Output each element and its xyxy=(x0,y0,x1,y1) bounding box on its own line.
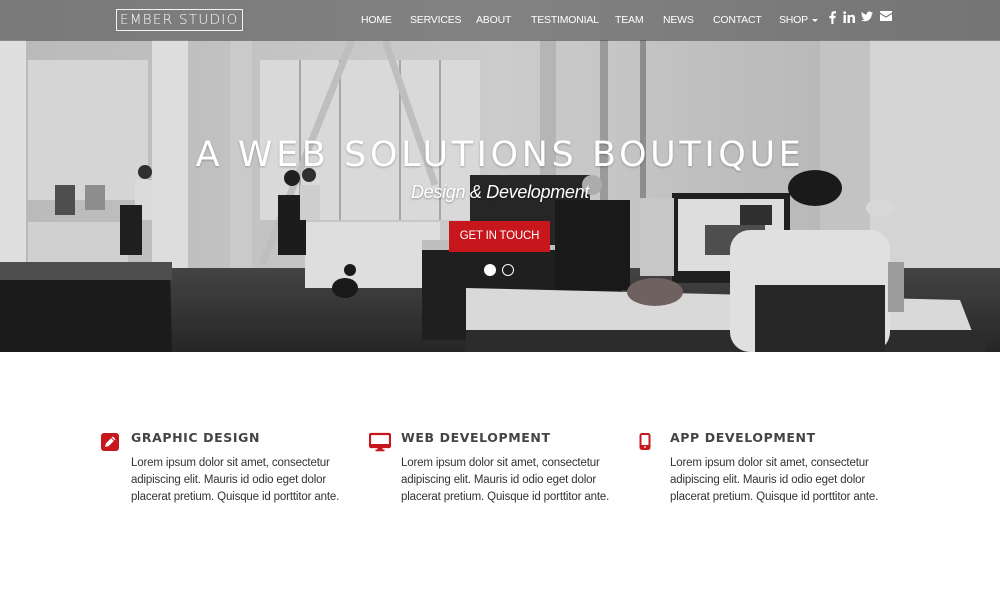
feature-title: WEB DEVELOPMENT xyxy=(401,430,551,445)
get-in-touch-button[interactable]: GET IN TOUCH xyxy=(449,221,550,252)
twitter-icon[interactable] xyxy=(861,11,873,27)
mobile-phone-icon xyxy=(639,432,659,452)
carousel-indicator-2[interactable] xyxy=(502,264,514,276)
carousel-indicator-1[interactable] xyxy=(484,264,496,276)
envelope-icon[interactable] xyxy=(880,11,892,27)
nav-item-shop[interactable]: SHOP xyxy=(779,13,818,27)
feature-description: Lorem ipsum dolor sit amet, consectetur … xyxy=(131,457,340,503)
hero-title: A WEB SOLUTIONS BOUTIQUE xyxy=(195,135,805,175)
nav-item-home[interactable]: HOME xyxy=(361,13,392,27)
nav-item-shop-label: SHOP xyxy=(779,14,808,26)
feature-description: Lorem ipsum dolor sit amet, consectetur … xyxy=(401,457,610,503)
desktop-icon xyxy=(368,432,392,452)
feature-description: Lorem ipsum dolor sit amet, consectetur … xyxy=(670,457,879,503)
pencil-icon xyxy=(100,432,120,452)
nav-item-team[interactable]: TEAM xyxy=(615,13,644,27)
nav-item-news[interactable]: NEWS xyxy=(663,13,694,27)
hero-carousel: A WEB SOLUTIONS BOUTIQUE Design & Develo… xyxy=(0,0,1000,352)
nav-item-about[interactable]: ABOUT xyxy=(476,13,511,27)
nav-item-testimonial[interactable]: TESTIMONIAL xyxy=(531,13,599,27)
linkedin-icon[interactable] xyxy=(843,11,855,27)
feature-title: GRAPHIC DESIGN xyxy=(131,430,261,445)
nav-item-contact[interactable]: CONTACT xyxy=(713,13,762,27)
facebook-icon[interactable] xyxy=(829,11,836,27)
hero-subtitle: Design & Development xyxy=(410,182,590,202)
navbar: EMBER STUDIO HOME SERVICES ABOUT TESTIMO… xyxy=(0,0,1000,41)
nav-item-services[interactable]: SERVICES xyxy=(410,13,462,27)
hero-overlay xyxy=(0,0,1000,352)
caret-down-icon xyxy=(811,18,818,22)
brand-logo[interactable]: EMBER STUDIO xyxy=(116,9,243,31)
feature-title: APP DEVELOPMENT xyxy=(670,430,816,445)
